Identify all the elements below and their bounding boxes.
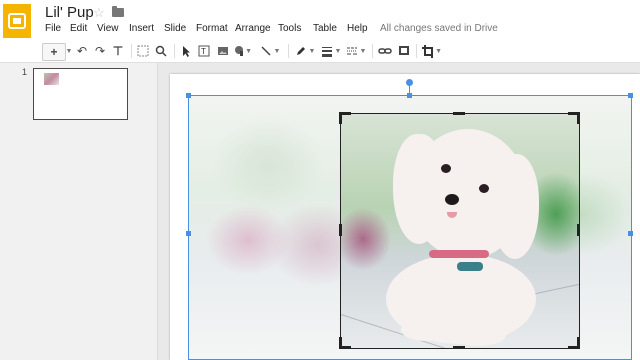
resize-handle-left[interactable]: [186, 231, 191, 236]
document-title[interactable]: Lil' Pup: [45, 4, 94, 21]
toolbar-divider: [131, 44, 132, 58]
menu-format[interactable]: Format: [196, 23, 228, 34]
resize-handle-right[interactable]: [628, 231, 633, 236]
comment-icon[interactable]: [397, 43, 411, 59]
crop-icon[interactable]: ▼: [422, 43, 442, 59]
chevron-down-icon: ▼: [359, 47, 367, 55]
toolbar-divider: [288, 44, 289, 58]
menu-insert[interactable]: Insert: [129, 23, 154, 34]
add-label: +: [50, 45, 58, 59]
select-icon[interactable]: [180, 43, 192, 59]
shape-icon[interactable]: ▼: [234, 43, 252, 59]
resize-handle-top[interactable]: [407, 93, 412, 98]
chevron-down-icon: ▼: [245, 47, 252, 55]
textbox-icon[interactable]: T: [197, 43, 211, 59]
rotate-handle[interactable]: [406, 79, 413, 86]
toolbar-divider: [174, 44, 175, 58]
resize-handle-tl[interactable]: [186, 93, 191, 98]
svg-text:T: T: [201, 47, 206, 56]
image-icon[interactable]: [216, 43, 230, 59]
menu-slide[interactable]: Slide: [164, 23, 186, 34]
resize-handle-tr[interactable]: [628, 93, 633, 98]
chevron-down-icon: ▼: [435, 47, 442, 55]
menu-table[interactable]: Table: [313, 23, 337, 34]
link-icon[interactable]: [377, 43, 392, 59]
slide-number: 1: [22, 67, 28, 77]
slides-logo[interactable]: [3, 4, 31, 38]
slide-thumbnail[interactable]: [33, 68, 128, 120]
add-dropdown[interactable]: ▼: [64, 43, 73, 59]
menu-edit[interactable]: Edit: [70, 23, 87, 34]
chevron-down-icon: ▼: [273, 47, 281, 55]
star-icon[interactable]: ☆: [93, 5, 105, 21]
selection-box: [188, 95, 632, 360]
chevron-down-icon: ▼: [334, 47, 342, 55]
zoom-fit-icon[interactable]: [136, 43, 150, 59]
toolbar: + ▼ ↶ ↷ ⊤ T ▼ ▼ ▼ ▼ ▼ ▼: [0, 40, 640, 63]
menu-view[interactable]: View: [97, 23, 119, 34]
menu-file[interactable]: File: [45, 23, 61, 34]
paint-format-icon[interactable]: ⊤: [111, 43, 125, 59]
toolbar-divider: [416, 44, 417, 58]
menu-tools[interactable]: Tools: [278, 23, 301, 34]
pen-color-icon[interactable]: ▼: [294, 43, 316, 59]
line-icon[interactable]: ▼: [259, 43, 281, 59]
redo-icon[interactable]: ↷: [93, 43, 107, 59]
chevron-down-icon: ▼: [308, 47, 316, 55]
line-dash-icon[interactable]: ▼: [345, 43, 367, 59]
menu-arrange[interactable]: Arrange: [235, 23, 271, 34]
add-button[interactable]: +: [42, 43, 66, 61]
line-weight-icon[interactable]: ▼: [320, 43, 342, 59]
menu-help[interactable]: Help: [347, 23, 368, 34]
folder-icon[interactable]: [112, 6, 124, 17]
toolbar-divider: [372, 44, 373, 58]
undo-icon[interactable]: ↶: [75, 43, 89, 59]
zoom-icon[interactable]: [154, 43, 168, 59]
chevron-down-icon: ▼: [65, 47, 73, 55]
slides-icon: [8, 13, 26, 29]
save-status: All changes saved in Drive: [380, 23, 498, 34]
thumbnail-image: [44, 73, 59, 85]
